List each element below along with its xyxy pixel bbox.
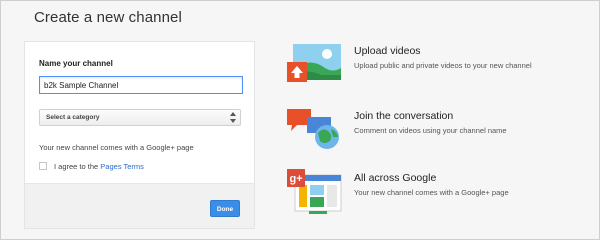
google-plus-page-note: Your new channel comes with a Google+ pa… bbox=[39, 143, 194, 152]
agree-terms-label: I agree to the Pages Terms bbox=[54, 162, 144, 171]
feature-all-across-google: g+ All across Google Your new channel co… bbox=[287, 169, 587, 217]
channel-form-panel: Name your channel Select a category Your… bbox=[24, 41, 255, 229]
category-select[interactable]: Select a category bbox=[39, 109, 241, 126]
agree-terms-checkbox[interactable] bbox=[39, 162, 47, 170]
channel-name-label: Name your channel bbox=[39, 59, 113, 68]
feature-description: Comment on videos using your channel nam… bbox=[354, 126, 507, 135]
feature-join-conversation: Join the conversation Comment on videos … bbox=[287, 107, 587, 155]
upload-videos-icon bbox=[287, 44, 341, 82]
feature-title: Join the conversation bbox=[354, 110, 454, 122]
google-plus-page-icon: g+ bbox=[287, 169, 342, 214]
dialog-frame: Create a new channel Name your channel S… bbox=[0, 0, 600, 240]
dialog-title: Create a new channel bbox=[34, 9, 182, 26]
feature-description: Upload public and private videos to your… bbox=[354, 61, 532, 70]
agree-terms-prefix: I agree to the bbox=[54, 162, 101, 171]
feature-description: Your new channel comes with a Google+ pa… bbox=[354, 188, 509, 197]
svg-text:g+: g+ bbox=[290, 173, 303, 185]
conversation-icon bbox=[287, 109, 339, 149]
pages-terms-link[interactable]: Pages Terms bbox=[100, 162, 144, 171]
feature-title: All across Google bbox=[354, 172, 437, 184]
select-arrows-icon bbox=[230, 112, 236, 123]
feature-upload-videos: Upload videos Upload public and private … bbox=[287, 42, 587, 90]
channel-name-input[interactable] bbox=[39, 76, 243, 94]
done-button[interactable]: Done bbox=[210, 200, 240, 217]
feature-title: Upload videos bbox=[354, 45, 421, 57]
category-select-value: Select a category bbox=[46, 114, 100, 121]
